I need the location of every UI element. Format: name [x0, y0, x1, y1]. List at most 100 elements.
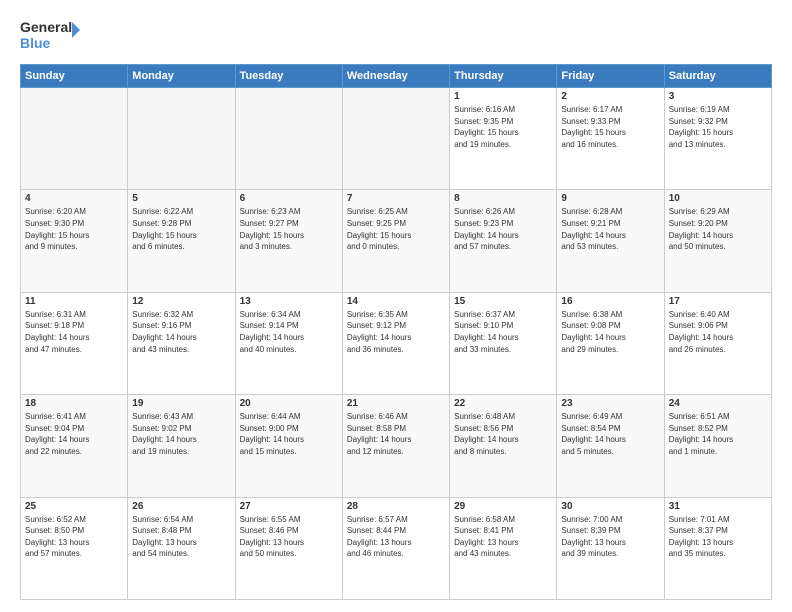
- weekday-header-row: SundayMondayTuesdayWednesdayThursdayFrid…: [21, 65, 772, 88]
- calendar-cell: [128, 88, 235, 190]
- calendar-cell: 24 Sunrise: 6:51 AM Sunset: 8:52 PM Dayli…: [664, 395, 771, 497]
- day-number: 11: [25, 296, 123, 307]
- day-info: Sunrise: 6:20 AM Sunset: 9:30 PM Dayligh…: [25, 206, 123, 252]
- calendar-cell: 26 Sunrise: 6:54 AM Sunset: 8:48 PM Dayli…: [128, 497, 235, 599]
- week-row-3: 18Sunrise: 6:41 AM Sunset: 9:04 PM Dayli…: [21, 395, 772, 497]
- calendar-cell: 29 Sunrise: 6:58 AM Sunset: 8:41 PM Dayli…: [450, 497, 557, 599]
- calendar-cell: 15 Sunrise: 6:37 AM Sunset: 9:10 PM Dayli…: [450, 292, 557, 394]
- day-number: 15: [454, 296, 552, 307]
- day-number: 28: [347, 501, 445, 512]
- calendar-cell: 5 Sunrise: 6:22 AM Sunset: 9:28 PM Daylig…: [128, 190, 235, 292]
- calendar-cell: 4 Sunrise: 6:20 AM Sunset: 9:30 PM Daylig…: [21, 190, 128, 292]
- day-info: Sunrise: 6:58 AM Sunset: 8:41 PM Dayligh…: [454, 514, 552, 560]
- day-number: 6: [240, 193, 338, 204]
- week-row-4: 25Sunrise: 6:52 AM Sunset: 8:50 PM Dayli…: [21, 497, 772, 599]
- calendar-cell: 3 Sunrise: 6:19 AM Sunset: 9:32 PM Daylig…: [664, 88, 771, 190]
- day-number: 4: [25, 193, 123, 204]
- svg-text:Blue: Blue: [20, 35, 51, 51]
- calendar-cell: [21, 88, 128, 190]
- calendar-cell: 21 Sunrise: 6:46 AM Sunset: 8:58 PM Dayli…: [342, 395, 449, 497]
- calendar-cell: 14 Sunrise: 6:35 AM Sunset: 9:12 PM Dayli…: [342, 292, 449, 394]
- day-info: Sunrise: 6:57 AM Sunset: 8:44 PM Dayligh…: [347, 514, 445, 560]
- day-number: 21: [347, 398, 445, 409]
- day-info: Sunrise: 7:00 AM Sunset: 8:39 PM Dayligh…: [561, 514, 659, 560]
- day-info: Sunrise: 6:19 AM Sunset: 9:32 PM Dayligh…: [669, 104, 767, 150]
- day-number: 18: [25, 398, 123, 409]
- calendar-cell: 6 Sunrise: 6:23 AM Sunset: 9:27 PM Daylig…: [235, 190, 342, 292]
- calendar-cell: [235, 88, 342, 190]
- day-info: Sunrise: 6:16 AM Sunset: 9:35 PM Dayligh…: [454, 104, 552, 150]
- calendar-cell: 18Sunrise: 6:41 AM Sunset: 9:04 PM Dayli…: [21, 395, 128, 497]
- day-info: Sunrise: 6:55 AM Sunset: 8:46 PM Dayligh…: [240, 514, 338, 560]
- day-info: Sunrise: 6:29 AM Sunset: 9:20 PM Dayligh…: [669, 206, 767, 252]
- calendar-cell: 2Sunrise: 6:17 AM Sunset: 9:33 PM Daylig…: [557, 88, 664, 190]
- weekday-header-wednesday: Wednesday: [342, 65, 449, 88]
- day-info: Sunrise: 6:54 AM Sunset: 8:48 PM Dayligh…: [132, 514, 230, 560]
- day-number: 17: [669, 296, 767, 307]
- weekday-header-monday: Monday: [128, 65, 235, 88]
- day-number: 14: [347, 296, 445, 307]
- calendar-cell: 31 Sunrise: 7:01 AM Sunset: 8:37 PM Dayli…: [664, 497, 771, 599]
- day-number: 27: [240, 501, 338, 512]
- day-info: Sunrise: 6:31 AM Sunset: 9:18 PM Dayligh…: [25, 309, 123, 355]
- calendar-cell: 9 Sunrise: 6:28 AM Sunset: 9:21 PM Daylig…: [557, 190, 664, 292]
- calendar-cell: 25Sunrise: 6:52 AM Sunset: 8:50 PM Dayli…: [21, 497, 128, 599]
- weekday-header-sunday: Sunday: [21, 65, 128, 88]
- day-info: Sunrise: 6:25 AM Sunset: 9:25 PM Dayligh…: [347, 206, 445, 252]
- svg-text:General: General: [20, 19, 72, 35]
- day-number: 16: [561, 296, 659, 307]
- day-info: Sunrise: 6:44 AM Sunset: 9:00 PM Dayligh…: [240, 411, 338, 457]
- day-info: Sunrise: 6:51 AM Sunset: 8:52 PM Dayligh…: [669, 411, 767, 457]
- calendar-cell: 13 Sunrise: 6:34 AM Sunset: 9:14 PM Dayli…: [235, 292, 342, 394]
- weekday-header-friday: Friday: [557, 65, 664, 88]
- day-number: 10: [669, 193, 767, 204]
- day-info: Sunrise: 6:43 AM Sunset: 9:02 PM Dayligh…: [132, 411, 230, 457]
- page: General Blue SundayMondayTuesdayWednesda…: [0, 0, 792, 612]
- calendar-cell: 20Sunrise: 6:44 AM Sunset: 9:00 PM Dayli…: [235, 395, 342, 497]
- day-number: 3: [669, 91, 767, 102]
- day-info: Sunrise: 6:26 AM Sunset: 9:23 PM Dayligh…: [454, 206, 552, 252]
- calendar-cell: 12 Sunrise: 6:32 AM Sunset: 9:16 PM Dayli…: [128, 292, 235, 394]
- day-info: Sunrise: 6:28 AM Sunset: 9:21 PM Dayligh…: [561, 206, 659, 252]
- day-number: 26: [132, 501, 230, 512]
- calendar-cell: 11 Sunrise: 6:31 AM Sunset: 9:18 PM Dayli…: [21, 292, 128, 394]
- day-number: 12: [132, 296, 230, 307]
- weekday-header-tuesday: Tuesday: [235, 65, 342, 88]
- week-row-2: 11 Sunrise: 6:31 AM Sunset: 9:18 PM Dayli…: [21, 292, 772, 394]
- day-info: Sunrise: 6:22 AM Sunset: 9:28 PM Dayligh…: [132, 206, 230, 252]
- calendar-cell: 10 Sunrise: 6:29 AM Sunset: 9:20 PM Dayli…: [664, 190, 771, 292]
- day-info: Sunrise: 6:34 AM Sunset: 9:14 PM Dayligh…: [240, 309, 338, 355]
- day-number: 13: [240, 296, 338, 307]
- day-number: 25: [25, 501, 123, 512]
- day-info: Sunrise: 7:01 AM Sunset: 8:37 PM Dayligh…: [669, 514, 767, 560]
- logo-svg: General Blue: [20, 16, 80, 54]
- day-number: 5: [132, 193, 230, 204]
- calendar-cell: 1 Sunrise: 6:16 AM Sunset: 9:35 PM Daylig…: [450, 88, 557, 190]
- calendar-cell: 8 Sunrise: 6:26 AM Sunset: 9:23 PM Daylig…: [450, 190, 557, 292]
- day-number: 29: [454, 501, 552, 512]
- calendar-cell: 7Sunrise: 6:25 AM Sunset: 9:25 PM Daylig…: [342, 190, 449, 292]
- day-info: Sunrise: 6:37 AM Sunset: 9:10 PM Dayligh…: [454, 309, 552, 355]
- day-info: Sunrise: 6:32 AM Sunset: 9:16 PM Dayligh…: [132, 309, 230, 355]
- day-info: Sunrise: 6:48 AM Sunset: 8:56 PM Dayligh…: [454, 411, 552, 457]
- weekday-header-saturday: Saturday: [664, 65, 771, 88]
- calendar-cell: 22 Sunrise: 6:48 AM Sunset: 8:56 PM Dayli…: [450, 395, 557, 497]
- day-number: 22: [454, 398, 552, 409]
- day-number: 1: [454, 91, 552, 102]
- day-number: 31: [669, 501, 767, 512]
- day-info: Sunrise: 6:35 AM Sunset: 9:12 PM Dayligh…: [347, 309, 445, 355]
- day-info: Sunrise: 6:23 AM Sunset: 9:27 PM Dayligh…: [240, 206, 338, 252]
- day-number: 8: [454, 193, 552, 204]
- day-info: Sunrise: 6:46 AM Sunset: 8:58 PM Dayligh…: [347, 411, 445, 457]
- calendar-cell: 28 Sunrise: 6:57 AM Sunset: 8:44 PM Dayli…: [342, 497, 449, 599]
- day-number: 9: [561, 193, 659, 204]
- calendar-cell: 23Sunrise: 6:49 AM Sunset: 8:54 PM Dayli…: [557, 395, 664, 497]
- day-number: 24: [669, 398, 767, 409]
- weekday-header-thursday: Thursday: [450, 65, 557, 88]
- calendar-cell: 30Sunrise: 7:00 AM Sunset: 8:39 PM Dayli…: [557, 497, 664, 599]
- calendar-cell: 16 Sunrise: 6:38 AM Sunset: 9:08 PM Dayli…: [557, 292, 664, 394]
- day-info: Sunrise: 6:38 AM Sunset: 9:08 PM Dayligh…: [561, 309, 659, 355]
- day-number: 23: [561, 398, 659, 409]
- day-number: 19: [132, 398, 230, 409]
- calendar-cell: 17Sunrise: 6:40 AM Sunset: 9:06 PM Dayli…: [664, 292, 771, 394]
